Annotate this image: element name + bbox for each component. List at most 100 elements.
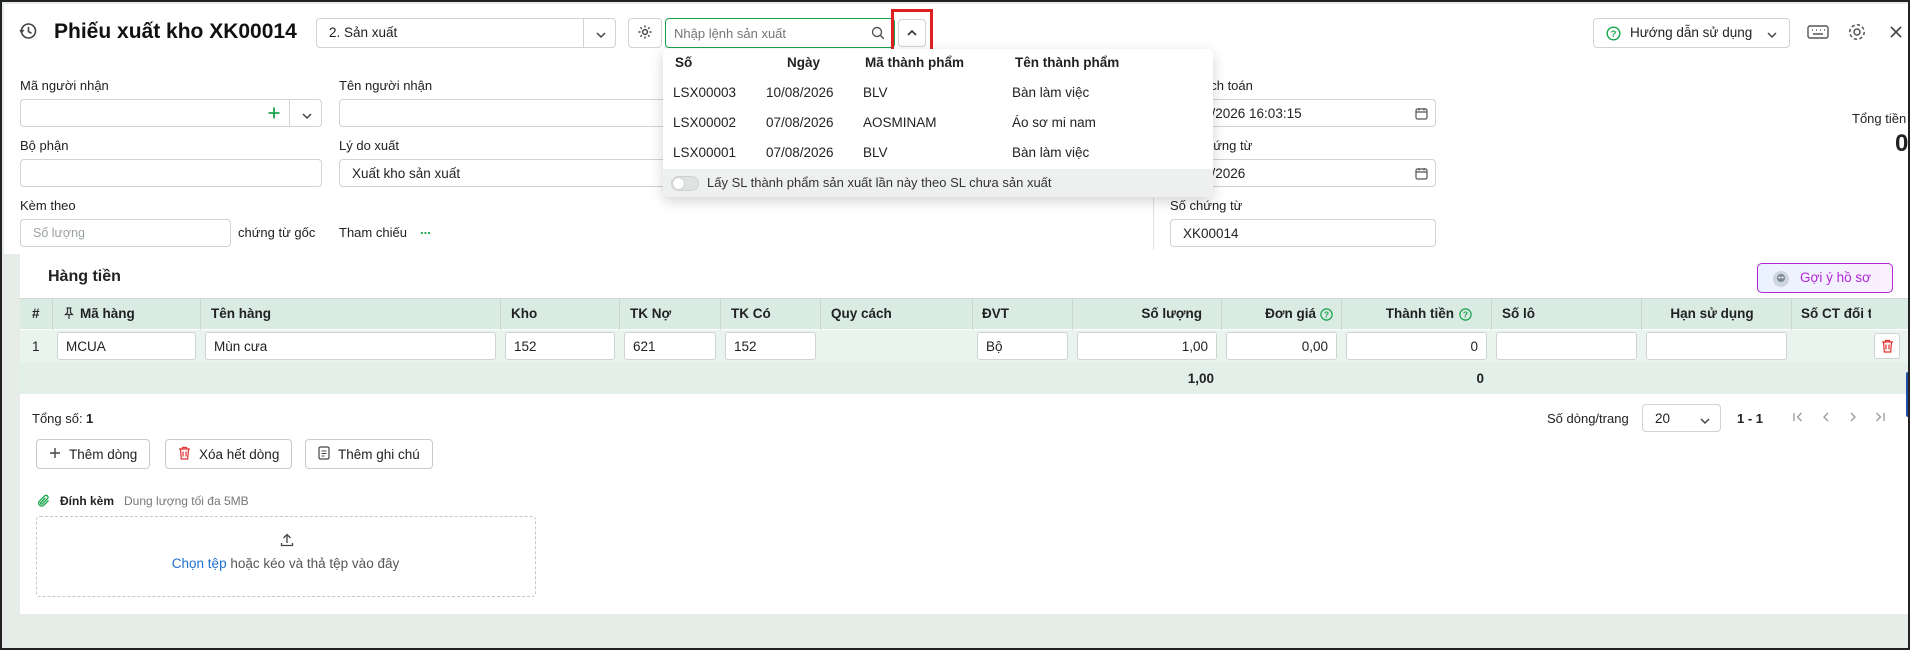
total-count-label: Tổng số:	[32, 411, 83, 426]
warehouse-cell[interactable]: 152	[505, 332, 615, 360]
expiry-cell[interactable]	[1646, 332, 1787, 360]
settings-button[interactable]	[628, 18, 662, 48]
receiver-code-label: Mã người nhận	[20, 78, 109, 93]
plus-icon	[49, 447, 61, 462]
rows-per-page-label: Số dòng/trang	[1547, 411, 1629, 426]
dropdown-header-product-name: Tên thành phẩm	[1015, 55, 1120, 70]
col-header-lot[interactable]: Số lô	[1502, 306, 1535, 321]
reference-more-link[interactable]: ...	[420, 222, 431, 237]
add-note-button[interactable]: Thêm ghi chú	[305, 439, 433, 469]
credit-account-cell[interactable]: 152	[725, 332, 816, 360]
dropdown-row[interactable]: LSX00001 07/08/2026 BLV Bàn làm việc	[663, 137, 1213, 167]
total-count-value: 1	[86, 411, 94, 426]
delete-row-button[interactable]	[1874, 333, 1900, 359]
gear-icon[interactable]	[1847, 22, 1867, 45]
gear-icon	[637, 24, 653, 43]
col-header-credit[interactable]: TK Có	[731, 306, 771, 321]
original-docs-label: chứng từ gốc	[238, 225, 316, 240]
suggest-profile-button[interactable]: Gợi ý hồ sơ	[1757, 263, 1893, 293]
dropdown-header-product-code: Mã thành phẩm	[865, 55, 965, 70]
search-input[interactable]	[674, 24, 864, 42]
col-header-amount[interactable]: Thành tiền	[1352, 306, 1454, 321]
choose-file-link[interactable]: Chọn tệp	[172, 556, 227, 571]
reference-label: Tham chiếu	[339, 225, 407, 240]
pin-icon[interactable]	[64, 307, 74, 323]
next-page-icon[interactable]	[1847, 411, 1859, 426]
department-field[interactable]	[20, 159, 322, 187]
close-icon[interactable]	[1889, 25, 1903, 42]
info-icon[interactable]: ?	[1320, 308, 1333, 324]
upload-icon	[280, 533, 294, 550]
delete-all-rows-button[interactable]: Xóa hết dòng	[165, 439, 293, 469]
col-header-ref-doc[interactable]: Số CT đối t	[1801, 306, 1871, 321]
history-icon[interactable]	[18, 21, 38, 41]
quantity-cell[interactable]: 1,00	[1077, 332, 1217, 360]
page-range: 1 - 1	[1737, 411, 1764, 426]
col-header-debit[interactable]: TK Nợ	[630, 306, 671, 321]
chevron-down-icon	[595, 28, 607, 43]
footer-quantity: 1,00	[1187, 371, 1214, 386]
add-icon[interactable]	[267, 106, 281, 123]
dropdown-footer: Lấy SL thành phẩm sản xuất lần này theo …	[663, 169, 1213, 197]
col-header-unit-price[interactable]: Đơn giá	[1232, 306, 1316, 321]
last-page-icon[interactable]	[1874, 411, 1886, 426]
unit-price-cell[interactable]: 0,00	[1226, 332, 1337, 360]
receiver-name-field[interactable]	[339, 99, 669, 127]
col-header-spec[interactable]: Quy cách	[831, 306, 892, 321]
help-icon: ?	[1606, 26, 1621, 44]
reason-field[interactable]: Xuất kho sản xuất	[339, 159, 669, 187]
col-header-quantity[interactable]: Số lượng	[1082, 306, 1202, 321]
col-header-item-name[interactable]: Tên hàng	[211, 306, 271, 321]
item-name-cell[interactable]: Mùn cưa	[205, 332, 496, 360]
unit-cell[interactable]: Bộ	[977, 332, 1068, 360]
attachment-label: Đính kèm	[60, 494, 115, 508]
rows-per-page-select[interactable]: 20	[1642, 404, 1721, 432]
col-header-index: #	[32, 306, 40, 321]
paperclip-icon	[37, 494, 51, 511]
col-header-unit[interactable]: ĐVT	[982, 306, 1009, 321]
calendar-icon[interactable]	[1415, 107, 1428, 123]
file-dropzone[interactable]: Chọn tệp hoặc kéo và thả tệp vào đây	[36, 516, 536, 597]
add-row-button[interactable]: Thêm dòng	[36, 439, 151, 469]
svg-text:?: ?	[1324, 310, 1329, 320]
dropdown-row[interactable]: LSX00003 10/08/2026 BLV Bàn làm việc	[663, 77, 1213, 107]
keyboard-icon[interactable]	[1807, 24, 1829, 43]
debit-account-cell[interactable]: 621	[624, 332, 716, 360]
attachment-limit: Dung lượng tối đa 5MB	[124, 494, 249, 508]
item-code-cell[interactable]: MCUA	[57, 332, 196, 360]
calendar-icon[interactable]	[1415, 167, 1428, 183]
help-dropdown[interactable]: ? Hướng dẫn sử dụng	[1593, 18, 1790, 48]
prev-page-icon[interactable]	[1820, 411, 1832, 426]
trash-icon	[1881, 339, 1894, 356]
lot-cell[interactable]	[1496, 332, 1637, 360]
first-page-icon[interactable]	[1792, 411, 1804, 426]
dropdown-header-date: Ngày	[787, 55, 821, 70]
app-window: Phiếu xuất kho XK00014 2. Sản xuất Nhập …	[0, 0, 1910, 650]
total-amount-value: 0	[1895, 130, 1909, 157]
col-header-warehouse[interactable]: Kho	[511, 306, 537, 321]
table-header	[20, 298, 1908, 329]
production-order-search[interactable]	[665, 18, 895, 48]
receiver-code-field[interactable]	[20, 99, 322, 127]
robot-icon	[1772, 270, 1790, 291]
toggle-label: Lấy SL thành phẩm sản xuất lần này theo …	[707, 175, 1052, 190]
department-label: Bộ phận	[20, 138, 69, 153]
voucher-type-select[interactable]: 2. Sản xuất	[316, 18, 616, 48]
attach-label: Kèm theo	[20, 198, 76, 213]
production-order-dropdown: Số Ngày Mã thành phẩm Tên thành phẩm LSX…	[663, 49, 1213, 197]
dropdown-row[interactable]: LSX00002 07/08/2026 AOSMINAM Áo sơ mi na…	[663, 107, 1213, 137]
scroll-indicator[interactable]	[1906, 372, 1908, 417]
info-icon[interactable]: ?	[1459, 308, 1472, 324]
doc-no-field[interactable]: XK00014	[1170, 219, 1436, 247]
svg-text:?: ?	[1463, 310, 1468, 320]
col-header-expiry[interactable]: Hạn sử dụng	[1652, 306, 1772, 321]
quantity-field[interactable]: Số lượng	[20, 219, 231, 247]
collapse-dropdown-button[interactable]	[898, 19, 926, 47]
amount-cell[interactable]: 0	[1346, 332, 1487, 360]
trash-icon	[178, 446, 191, 463]
receiver-name-label: Tên người nhận	[339, 78, 433, 93]
col-header-item-code[interactable]: Mã hàng	[80, 306, 135, 321]
quantity-mode-toggle[interactable]	[671, 176, 699, 191]
search-icon[interactable]	[871, 26, 885, 43]
chevron-down-icon[interactable]	[301, 109, 313, 124]
